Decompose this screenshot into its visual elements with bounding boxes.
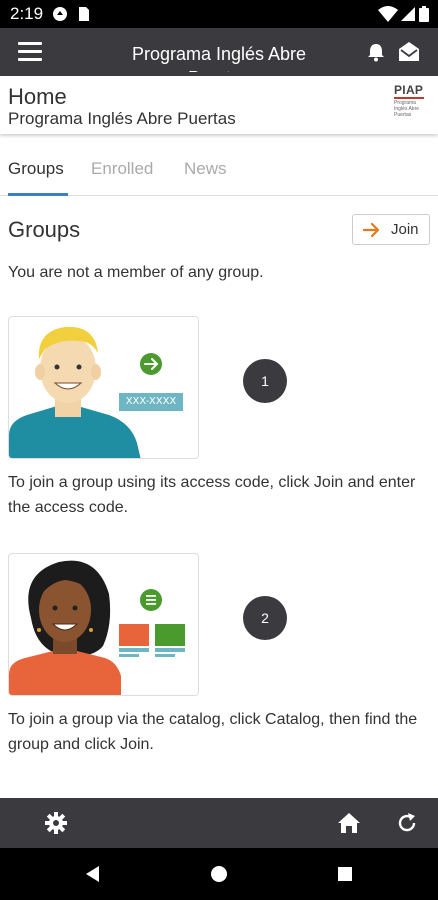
system-nav-bar [0, 848, 438, 900]
logo-tagline: Programa Inglés Abre Puertas [394, 100, 420, 118]
step-number-2: 2 [243, 596, 287, 640]
home-circle-icon[interactable] [209, 864, 229, 884]
bell-icon[interactable] [366, 42, 386, 62]
access-code-illustration: XXX-XXXX [8, 316, 199, 459]
sim-icon [79, 7, 89, 21]
logo-text: PIAP [394, 83, 424, 97]
page-header: Home Programa Inglés Abre Puertas PIAP P… [0, 76, 438, 134]
bottom-toolbar [0, 798, 438, 848]
signal-icon [401, 7, 415, 21]
empty-message: You are not a member of any group. [8, 264, 264, 281]
step-number-1: 1 [243, 359, 287, 403]
refresh-icon[interactable] [395, 811, 419, 835]
status-time: 2:19 [10, 4, 44, 23]
tab-enrolled[interactable]: Enrolled [91, 159, 153, 179]
access-code-example: XXX-XXXX [125, 396, 177, 407]
step-2-text: To join a group via the catalog, click C… [8, 711, 418, 753]
catalog-illustration [8, 553, 199, 696]
join-label: Join [391, 221, 419, 238]
tab-bar: Groups Enrolled News [0, 150, 438, 196]
status-bar: 2:19 [0, 0, 438, 28]
gear-icon[interactable] [44, 811, 68, 835]
battery-icon [419, 6, 429, 22]
back-icon[interactable] [83, 864, 103, 884]
join-button[interactable]: Join [352, 214, 430, 245]
arrow-right-icon [363, 222, 380, 238]
app-title: Programa Inglés Abre Puertas [131, 44, 307, 72]
tab-groups[interactable]: Groups [8, 159, 64, 179]
active-tab-indicator [8, 193, 68, 196]
step-1-text: To join a group using its access code, c… [8, 474, 416, 516]
wifi-icon [378, 6, 398, 22]
page-title: Home [8, 84, 67, 109]
mail-icon[interactable] [398, 41, 420, 63]
tab-news[interactable]: News [184, 159, 227, 179]
page-subtitle: Programa Inglés Abre Puertas [8, 109, 236, 128]
menu-icon[interactable] [18, 42, 42, 62]
home-icon[interactable] [337, 811, 361, 835]
piap-logo: PIAP Programa Inglés Abre Puertas [394, 84, 430, 124]
app-bar: Programa Inglés Abre Puertas [0, 28, 438, 76]
recents-icon[interactable] [335, 864, 355, 884]
sync-icon [53, 7, 67, 21]
groups-heading: Groups [8, 217, 81, 242]
